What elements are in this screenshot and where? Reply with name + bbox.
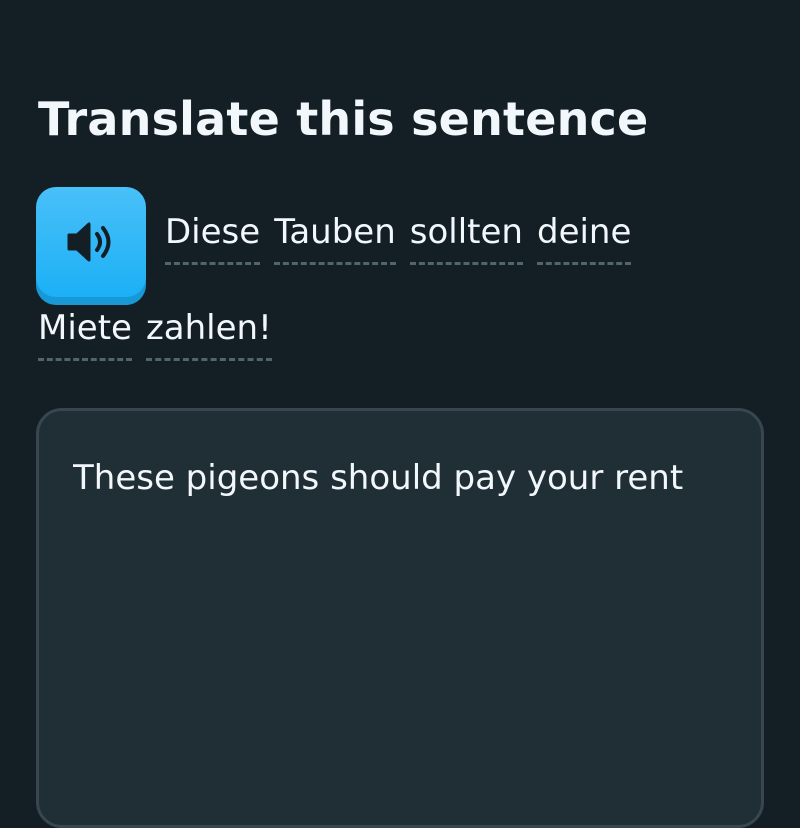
- speaker-icon: [67, 222, 111, 262]
- prompt-word[interactable]: Miete: [38, 304, 132, 361]
- answer-input[interactable]: These pigeons should pay your rent: [73, 447, 703, 777]
- exercise-title: Translate this sentence: [38, 92, 649, 146]
- prompt-word[interactable]: Diese: [165, 208, 261, 265]
- prompt-line-2: Miete zahlen!: [38, 304, 286, 366]
- prompt-word[interactable]: deine: [536, 208, 632, 265]
- prompt-word[interactable]: zahlen!: [145, 304, 272, 361]
- answer-box[interactable]: These pigeons should pay your rent: [36, 408, 764, 828]
- prompt-line-1: Diese Tauben sollten deine: [165, 208, 645, 270]
- prompt-word[interactable]: Tauben: [274, 208, 396, 265]
- prompt-word[interactable]: sollten: [409, 208, 523, 265]
- play-audio-button[interactable]: [36, 187, 146, 297]
